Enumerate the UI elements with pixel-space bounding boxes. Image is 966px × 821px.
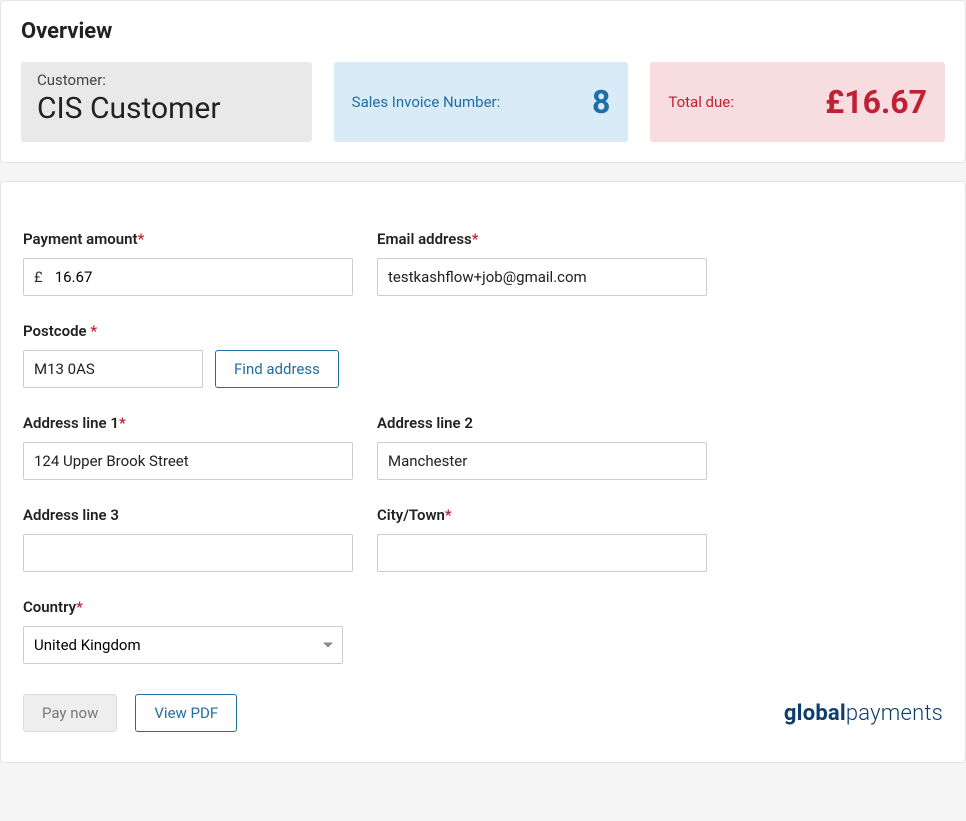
postcode-label: Postcode *	[23, 322, 707, 340]
payment-amount-input[interactable]	[55, 259, 342, 295]
address3-field: Address line 3	[23, 506, 353, 572]
address2-label: Address line 2	[377, 414, 707, 432]
customer-value: CIS Customer	[37, 91, 296, 126]
country-select[interactable]: United Kingdom	[23, 626, 343, 664]
country-field: Country* United Kingdom	[23, 598, 707, 664]
payment-amount-input-wrapper: £	[23, 258, 353, 296]
address2-field: Address line 2	[377, 414, 707, 480]
form-grid: Payment amount* £ Email address* Postcod…	[23, 230, 707, 664]
email-label: Email address*	[377, 230, 707, 248]
overview-cards: Customer: CIS Customer Sales Invoice Num…	[21, 62, 945, 142]
payment-amount-label: Payment amount*	[23, 230, 353, 248]
total-due-label: Total due:	[668, 93, 734, 111]
city-label: City/Town*	[377, 506, 707, 524]
find-address-button[interactable]: Find address	[215, 350, 339, 388]
overview-title: Overview	[21, 19, 945, 44]
email-input[interactable]	[377, 258, 707, 296]
country-label: Country*	[23, 598, 707, 616]
total-due-value: £16.67	[825, 83, 927, 121]
address3-input[interactable]	[23, 534, 353, 572]
address3-label: Address line 3	[23, 506, 353, 524]
view-pdf-button[interactable]: View PDF	[135, 694, 237, 732]
overview-panel: Overview Customer: CIS Customer Sales In…	[0, 0, 966, 163]
address1-input[interactable]	[23, 442, 353, 480]
address1-field: Address line 1*	[23, 414, 353, 480]
address2-input[interactable]	[377, 442, 707, 480]
card-total-due: Total due: £16.67	[650, 62, 945, 142]
payment-amount-field: Payment amount* £	[23, 230, 353, 296]
postcode-field: Postcode * Find address	[23, 322, 707, 388]
postcode-input[interactable]	[23, 350, 203, 388]
footer-row: Pay now View PDF globalpayments	[23, 694, 943, 732]
city-field: City/Town*	[377, 506, 707, 572]
globalpayments-logo: globalpayments	[784, 701, 943, 726]
invoice-label: Sales Invoice Number:	[352, 93, 501, 111]
card-invoice: Sales Invoice Number: 8	[334, 62, 629, 142]
footer-buttons: Pay now View PDF	[23, 694, 237, 732]
city-input[interactable]	[377, 534, 707, 572]
email-field: Email address*	[377, 230, 707, 296]
invoice-value: 8	[592, 83, 610, 121]
customer-label: Customer:	[37, 71, 296, 89]
payment-form-panel: Payment amount* £ Email address* Postcod…	[0, 181, 966, 763]
pay-now-button: Pay now	[23, 694, 117, 732]
card-customer: Customer: CIS Customer	[21, 62, 312, 142]
address1-label: Address line 1*	[23, 414, 353, 432]
currency-symbol: £	[34, 268, 43, 286]
